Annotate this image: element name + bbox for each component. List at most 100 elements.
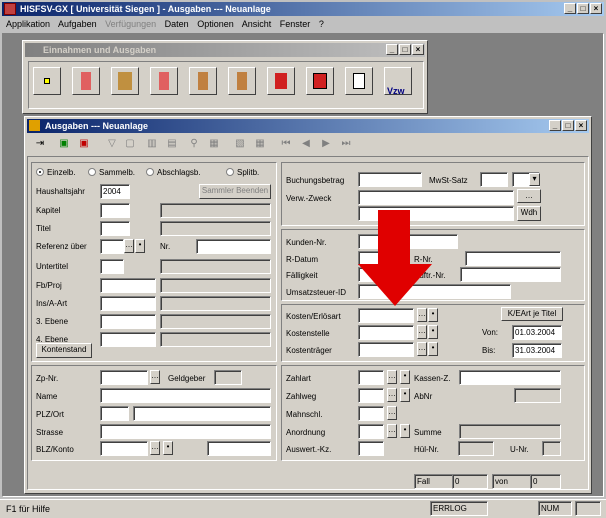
person-icon-1[interactable] bbox=[72, 67, 100, 95]
grid-icon[interactable]: ▦ bbox=[253, 137, 267, 150]
menu-aufgaben[interactable]: Aufgaben bbox=[58, 19, 97, 29]
kosten-lookup-button[interactable]: … bbox=[417, 308, 427, 322]
ausgaben-minimize-icon[interactable]: _ bbox=[549, 120, 561, 131]
kostentraeger-dot-button[interactable]: • bbox=[428, 342, 438, 356]
person-icon-2[interactable] bbox=[150, 67, 178, 95]
ort-input[interactable] bbox=[133, 406, 271, 421]
copy-icon[interactable]: ▢ bbox=[123, 137, 137, 150]
verwzweck-input-1[interactable] bbox=[358, 190, 514, 205]
menu-optionen[interactable]: Optionen bbox=[197, 19, 234, 29]
previous-record-icon[interactable]: ◀ bbox=[299, 137, 313, 150]
anordnung-input[interactable] bbox=[358, 424, 384, 439]
insaart-input[interactable] bbox=[100, 296, 156, 311]
blz-dot-button[interactable]: • bbox=[163, 441, 173, 455]
radio-sammelb[interactable] bbox=[88, 168, 96, 176]
menu-verfuegungen[interactable]: Verfügungen bbox=[105, 19, 156, 29]
radio-splitb[interactable] bbox=[226, 168, 234, 176]
verwzweck-lookup-button[interactable]: … bbox=[517, 189, 541, 203]
radio-abschlagsb[interactable] bbox=[146, 168, 154, 176]
minimize-icon[interactable]: _ bbox=[564, 3, 576, 14]
menu-ansicht[interactable]: Ansicht bbox=[242, 19, 272, 29]
view-icon[interactable]: ▦ bbox=[207, 137, 221, 150]
buchungsbetrag-input[interactable] bbox=[358, 172, 422, 187]
kosten-dot-button[interactable]: • bbox=[428, 308, 438, 322]
zahlart-lookup-button[interactable]: … bbox=[387, 370, 397, 384]
konto-input[interactable] bbox=[207, 441, 271, 456]
strasse-input[interactable] bbox=[100, 424, 271, 439]
referenz-lookup-button[interactable]: … bbox=[124, 239, 134, 253]
person-icon-3[interactable] bbox=[189, 67, 217, 95]
save-icon[interactable]: ▣ bbox=[57, 137, 71, 150]
pin-icon[interactable]: ⇥ bbox=[33, 137, 47, 150]
radio-einzelb[interactable] bbox=[36, 168, 44, 176]
untertitel-input[interactable] bbox=[100, 259, 124, 274]
auftr-input[interactable] bbox=[460, 267, 561, 282]
kostenstelle-dot-button[interactable]: • bbox=[428, 325, 438, 339]
name-input[interactable] bbox=[100, 388, 271, 403]
anordnung-dot-button[interactable]: • bbox=[400, 424, 410, 438]
kearttitel-button[interactable]: K/EArt je Titel bbox=[501, 307, 563, 321]
maximize-icon[interactable]: □ bbox=[577, 3, 589, 14]
arrow-box-icon[interactable] bbox=[306, 67, 334, 95]
auswert-input[interactable] bbox=[358, 441, 384, 456]
bis-date-input[interactable]: 31.03.2004 bbox=[512, 343, 562, 358]
ausgaben-maximize-icon[interactable]: □ bbox=[562, 120, 574, 131]
referenz-input[interactable] bbox=[100, 239, 124, 254]
kassenz-input[interactable] bbox=[459, 370, 561, 385]
ebene3-input[interactable] bbox=[100, 314, 156, 329]
delete-icon[interactable]: ▥ bbox=[145, 137, 159, 150]
last-record-icon[interactable]: ⏭ bbox=[339, 137, 353, 150]
discard-icon[interactable]: ▣ bbox=[77, 137, 91, 150]
zahlweg-dot-button[interactable]: • bbox=[400, 388, 410, 402]
ebene4-input[interactable] bbox=[100, 332, 156, 347]
haushaltsjahr-input[interactable]: 2004 bbox=[100, 184, 130, 199]
ausgaben-close-icon[interactable]: × bbox=[575, 120, 587, 131]
blz-lookup-button[interactable]: … bbox=[150, 441, 160, 455]
anordnung-lookup-button[interactable]: … bbox=[387, 424, 397, 438]
menu-help[interactable]: ? bbox=[319, 19, 324, 29]
kostentraeger-lookup-button[interactable]: … bbox=[417, 342, 427, 356]
zp-lookup-button[interactable]: … bbox=[150, 370, 160, 384]
wdh-button[interactable]: Wdh bbox=[517, 206, 541, 221]
referenz-dot-button[interactable]: • bbox=[135, 239, 145, 253]
kostenstelle-lookup-button[interactable]: … bbox=[417, 325, 427, 339]
next-record-icon[interactable]: ▶ bbox=[319, 137, 333, 150]
zp-input[interactable] bbox=[100, 370, 148, 385]
filter-icon[interactable]: ▽ bbox=[105, 137, 119, 150]
nr-input[interactable] bbox=[196, 239, 271, 254]
menu-fenster[interactable]: Fenster bbox=[280, 19, 311, 29]
einnahmen-close-icon[interactable]: × bbox=[412, 44, 424, 55]
sammler-beenden-button[interactable]: Sammler Beenden bbox=[199, 184, 271, 199]
search-icon[interactable]: ⚲ bbox=[187, 137, 201, 150]
fbproj-input[interactable] bbox=[100, 278, 156, 293]
documents-icon[interactable] bbox=[345, 67, 373, 95]
einnahmen-maximize-icon[interactable]: □ bbox=[399, 44, 411, 55]
info-icon[interactable] bbox=[33, 67, 61, 95]
zahlweg-input[interactable] bbox=[358, 388, 384, 403]
kapitel-input[interactable] bbox=[100, 203, 130, 218]
close-icon[interactable]: × bbox=[590, 3, 602, 14]
von-date-input[interactable]: 01.03.2004 bbox=[512, 325, 562, 340]
person-icon-4[interactable] bbox=[228, 67, 256, 95]
kostentraeger-input[interactable] bbox=[358, 342, 414, 357]
arrow-red-icon[interactable] bbox=[267, 67, 295, 95]
mwst-dropdown-icon[interactable]: ▾ bbox=[529, 173, 540, 186]
zahlart-input[interactable] bbox=[358, 370, 384, 385]
blz-input[interactable] bbox=[100, 441, 148, 456]
person-money-icon[interactable] bbox=[111, 67, 139, 95]
menu-daten[interactable]: Daten bbox=[165, 19, 189, 29]
zahlart-dot-button[interactable]: • bbox=[400, 370, 410, 384]
titel-input[interactable] bbox=[100, 221, 130, 236]
rnr-input[interactable] bbox=[465, 251, 561, 266]
first-record-icon[interactable]: ⏮ bbox=[279, 137, 293, 150]
zahlweg-lookup-button[interactable]: … bbox=[387, 388, 397, 402]
mahnschl-input[interactable] bbox=[358, 406, 384, 421]
kostenstelle-input[interactable] bbox=[358, 325, 414, 340]
menu-applikation[interactable]: Applikation bbox=[6, 19, 50, 29]
mwst-input[interactable] bbox=[480, 172, 508, 187]
calc-icon[interactable]: ▧ bbox=[233, 137, 247, 150]
plz-input[interactable] bbox=[100, 406, 129, 421]
einnahmen-minimize-icon[interactable]: _ bbox=[386, 44, 398, 55]
print-icon[interactable]: ▤ bbox=[165, 137, 179, 150]
mahnschl-lookup-button[interactable]: … bbox=[387, 406, 397, 420]
